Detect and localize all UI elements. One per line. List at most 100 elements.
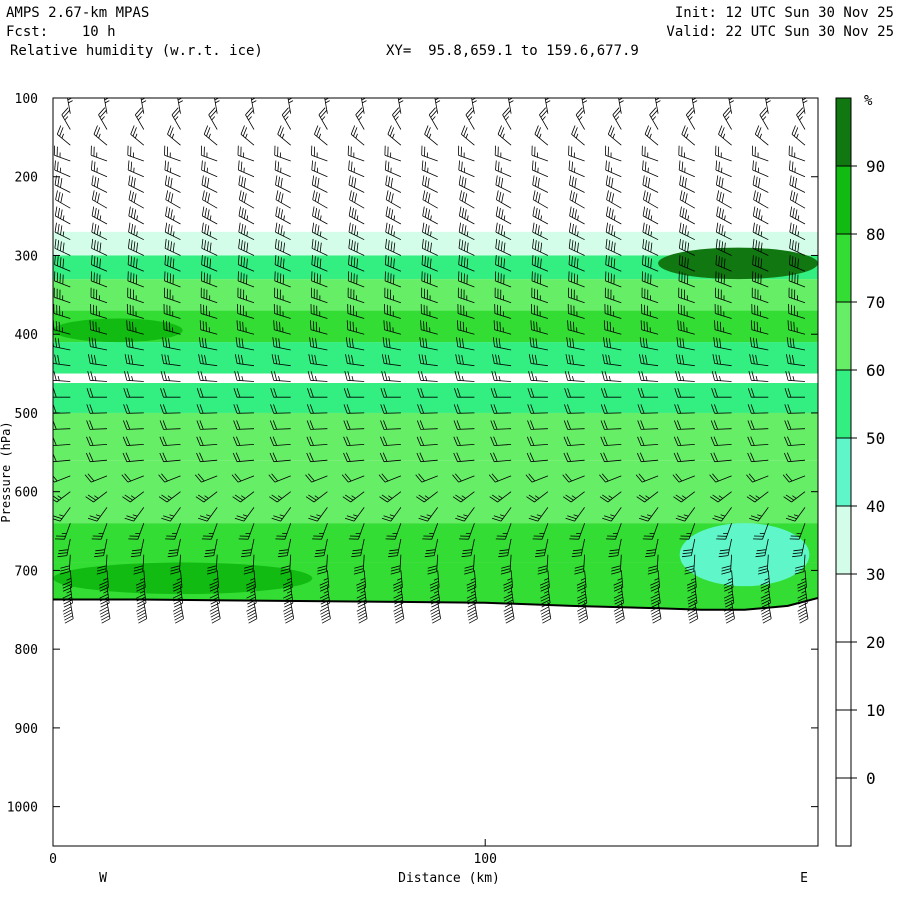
wind-barb xyxy=(716,175,732,193)
wind-barb xyxy=(274,160,291,178)
wind-barb xyxy=(348,206,365,225)
y-axis-label: Pressure (hPa) xyxy=(0,421,13,522)
wind-barb xyxy=(67,98,73,114)
wind-barb xyxy=(754,125,769,146)
wind-barb xyxy=(385,175,402,193)
wind-barb xyxy=(314,125,328,146)
wind-barb xyxy=(507,98,514,114)
wind-barb xyxy=(691,98,698,114)
wind-barb xyxy=(434,98,441,114)
wind-barb xyxy=(201,175,218,193)
wind-barb xyxy=(91,190,108,209)
wind-barb xyxy=(801,98,808,114)
colorbar-swatch xyxy=(836,506,851,574)
wind-barb xyxy=(642,175,659,193)
wind-barb xyxy=(422,175,438,193)
wind-barb xyxy=(618,98,624,114)
wind-barb xyxy=(716,206,732,225)
wind-barb xyxy=(312,206,328,225)
wind-barb xyxy=(274,145,291,162)
wind-barb xyxy=(128,175,144,193)
colorbar-label: 60 xyxy=(866,361,885,380)
wind-barb xyxy=(421,145,438,162)
wind-barb xyxy=(569,206,585,225)
wind-barb xyxy=(718,125,732,146)
wind-barb xyxy=(679,206,695,225)
wind-barb xyxy=(275,190,291,209)
wind-barb xyxy=(789,175,806,193)
wind-barb xyxy=(496,190,512,209)
wind-barb xyxy=(752,160,769,178)
wind-barb xyxy=(532,190,549,209)
colorbar-swatch xyxy=(836,710,851,778)
wind-barb xyxy=(275,206,291,225)
x-tick-label: 100 xyxy=(473,852,496,867)
west-label: W xyxy=(99,871,107,886)
rh-band xyxy=(53,342,818,374)
colorbar-swatch xyxy=(836,234,851,302)
wind-barb xyxy=(789,160,806,178)
wind-barb xyxy=(208,107,218,130)
wind-barb xyxy=(214,98,220,114)
wind-barb xyxy=(532,175,549,193)
wind-barb xyxy=(164,175,181,193)
wind-barb xyxy=(751,145,769,162)
rh-band xyxy=(53,383,818,413)
wind-barb xyxy=(681,125,696,146)
wind-barb xyxy=(128,206,144,225)
wind-barb xyxy=(502,107,512,130)
wind-barb xyxy=(654,98,661,114)
wind-barb xyxy=(765,98,771,114)
wind-barb xyxy=(679,175,695,193)
wind-barb xyxy=(791,125,806,146)
wind-barb xyxy=(311,160,328,178)
wind-barb xyxy=(250,98,257,114)
wind-barb xyxy=(385,190,402,209)
wind-barb xyxy=(612,107,622,130)
rh-band xyxy=(53,279,818,311)
wind-barb xyxy=(428,107,439,130)
wind-barb xyxy=(130,125,145,146)
wind-barb xyxy=(347,145,365,162)
wind-barb xyxy=(581,98,588,114)
wind-barb xyxy=(569,190,585,209)
y-tick-label: 900 xyxy=(15,722,38,737)
wind-barb xyxy=(55,190,71,209)
colorbar-label: 70 xyxy=(866,293,885,312)
wind-barb xyxy=(606,206,622,225)
wind-barb xyxy=(318,107,328,130)
wind-barb xyxy=(171,107,181,130)
wind-barb xyxy=(56,125,71,146)
wind-barb xyxy=(607,125,622,146)
wind-barb xyxy=(237,145,255,162)
wind-barb xyxy=(245,107,255,130)
wind-barb xyxy=(238,206,255,225)
rh-band xyxy=(53,412,818,461)
y-tick-label: 300 xyxy=(15,249,38,264)
colorbar-label: 90 xyxy=(866,157,885,176)
wind-barb xyxy=(422,190,438,209)
rh-feature xyxy=(679,523,810,587)
wind-barb xyxy=(61,107,71,130)
wind-barb xyxy=(349,190,365,209)
wind-barb xyxy=(722,107,732,130)
wind-barb xyxy=(531,160,549,178)
colorbar-swatch xyxy=(836,438,851,506)
wind-barb xyxy=(238,175,255,193)
wind-barb xyxy=(134,107,145,130)
wind-barb xyxy=(605,145,622,162)
y-tick-label: 400 xyxy=(15,328,38,343)
wind-barb xyxy=(202,190,218,209)
wind-barb xyxy=(458,160,475,178)
wind-barb xyxy=(312,190,328,209)
wind-barb xyxy=(495,206,512,225)
y-tick-label: 700 xyxy=(15,564,38,579)
wind-barb xyxy=(796,107,806,130)
wind-barb xyxy=(568,145,585,162)
rh-feature xyxy=(53,562,313,595)
wind-barb xyxy=(575,107,585,130)
wind-barb xyxy=(531,145,549,162)
colorbar: 0 10 20 30 40 50 60 70 80 90 xyxy=(835,97,885,847)
wind-barb xyxy=(643,190,659,209)
y-tick-label: 1000 xyxy=(7,801,38,816)
